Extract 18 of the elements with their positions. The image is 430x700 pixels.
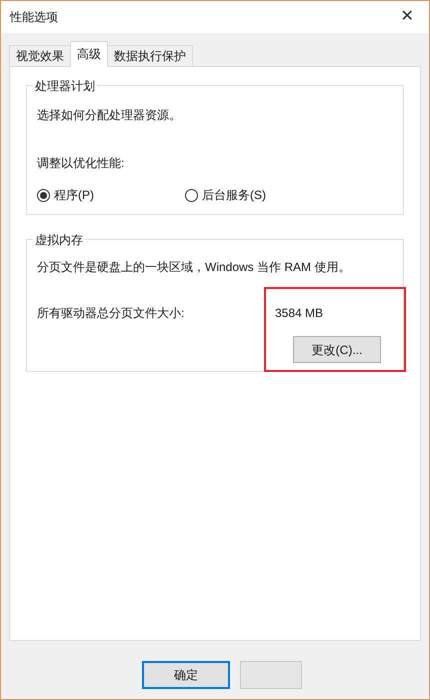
group-title: 处理器计划 bbox=[33, 77, 97, 95]
description-text: 选择如何分配处理器资源。 bbox=[37, 107, 182, 124]
radio-option[interactable]: 程序(P) bbox=[37, 186, 185, 204]
radio-button[interactable] bbox=[37, 188, 50, 202]
ok-button[interactable]: 确定 bbox=[142, 661, 230, 689]
radio-button[interactable] bbox=[185, 188, 198, 202]
tab[interactable]: 视觉效果 bbox=[9, 45, 71, 67]
size-value: 3584 MB bbox=[275, 305, 324, 322]
change-button[interactable]: 更改(C)... bbox=[293, 336, 381, 363]
radio-option[interactable]: 后台服务(S) bbox=[185, 186, 266, 204]
tab[interactable]: 数据执行保护 bbox=[107, 45, 193, 67]
window-title: 性能选项 bbox=[10, 9, 58, 26]
prompt-text: 调整以优化性能: bbox=[37, 155, 126, 172]
close-button[interactable]: ✕ bbox=[395, 5, 419, 29]
group-title: 虚拟内存 bbox=[33, 231, 85, 249]
size-label: 所有驱动器总分页文件大小: bbox=[37, 305, 186, 322]
tab[interactable]: 高级 bbox=[70, 41, 108, 67]
description-text: 分页文件是硬盘上的一块区域，Windows 当作 RAM 使用。 bbox=[37, 259, 352, 276]
